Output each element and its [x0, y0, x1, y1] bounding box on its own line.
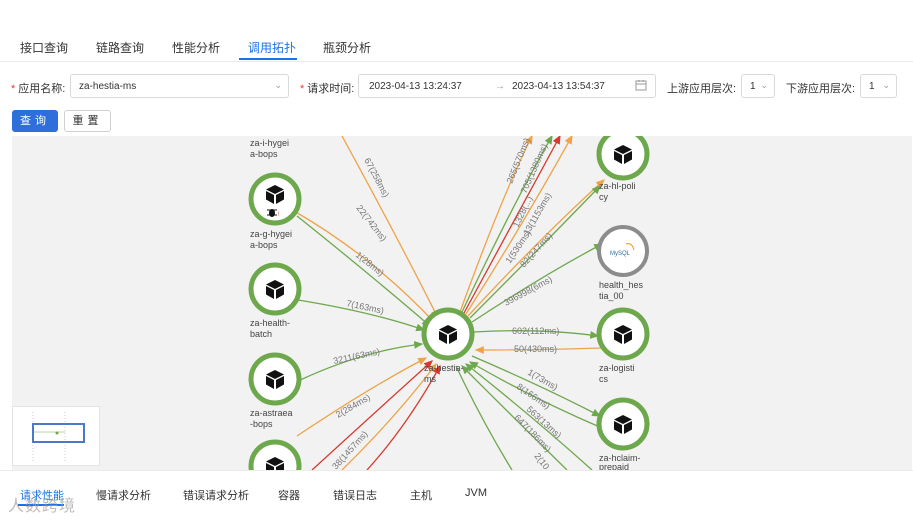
node-health-hestia-00-mysql[interactable]: MySQL health_hes tia_00: [597, 225, 649, 301]
node-label: a-bops: [250, 149, 278, 159]
edge-label: 1(28ms): [354, 250, 386, 278]
node-label: cs: [599, 374, 609, 384]
mysql-logo-icon: MySQL: [610, 251, 631, 257]
node-label: ms: [424, 374, 436, 384]
tab-error-log[interactable]: 错误日志: [333, 487, 377, 503]
tab-interface-query[interactable]: 接口查询: [20, 39, 68, 56]
node-label: tia_00: [599, 291, 624, 301]
tab-trace-query[interactable]: 链路查询: [96, 39, 144, 56]
service-node-ring: [248, 172, 302, 226]
node-label: za-g-hygei: [250, 229, 292, 239]
edge-label: 602(112ms): [512, 326, 559, 336]
range-arrow-icon: →: [495, 81, 505, 92]
app-name-label: * 应用名称:: [11, 83, 66, 95]
node-za-hclaim-prepaid[interactable]: za-hclaim- prepaid: [596, 397, 650, 470]
tab-performance-analysis[interactable]: 性能分析: [172, 39, 220, 56]
node-label: za-hl-poli: [599, 181, 636, 191]
node-za-hestia-ms-center[interactable]: za-hestia- ms: [421, 307, 475, 384]
downstream-level-label: 下游应用层次:: [786, 83, 856, 95]
tab-jvm[interactable]: JVM: [465, 487, 487, 499]
query-button[interactable]: 查询: [12, 110, 58, 132]
reset-button[interactable]: 重置: [64, 110, 111, 132]
edge-label: 50(430ms): [514, 344, 557, 354]
graph-edges: [293, 136, 605, 470]
node-za-i-hygiea-bops[interactable]: za-i-hygei a-bops: [250, 138, 289, 159]
node-bottom-left[interactable]: [248, 439, 302, 470]
node-label: cy: [599, 192, 609, 202]
node-label: za-i-hygei: [250, 138, 289, 148]
node-label: prepaid: [599, 462, 629, 470]
topology-svg: 67(258ms) 22(742ms) 1(28ms) 7(163ms) 321…: [248, 136, 650, 470]
tab-bottleneck-analysis[interactable]: 瓶颈分析: [323, 39, 371, 56]
top-tab-bar: 接口查询 链路查询 性能分析 调用拓扑 瓶颈分析: [0, 0, 913, 62]
node-label: za-astraea: [250, 408, 293, 418]
tab-call-topology[interactable]: 调用拓扑: [248, 39, 296, 56]
edge-label: 22(742ms): [354, 203, 388, 243]
calendar-icon: [635, 79, 647, 94]
node-label: batch: [250, 329, 272, 339]
watermark-text: 人数跨境: [8, 498, 77, 515]
topology-graph-canvas[interactable]: 67(258ms) 22(742ms) 1(28ms) 7(163ms) 321…: [12, 136, 912, 470]
date-range-picker[interactable]: 2023-04-13 13:24:37 → 2023-04-13 13:54:3…: [358, 74, 656, 98]
end-time-value: 2023-04-13 13:54:37: [512, 81, 605, 92]
upstream-level-label: 上游应用层次:: [667, 83, 737, 95]
edge-label: 3211(63ms): [332, 346, 380, 366]
start-time-value: 2023-04-13 13:24:37: [369, 81, 462, 92]
edge-label: 396998(6ms): [502, 274, 554, 308]
graph-edge-labels: 67(258ms) 22(742ms) 1(28ms) 7(163ms) 321…: [330, 136, 563, 470]
upstream-level-select[interactable]: 1 ⌄: [741, 74, 775, 98]
node-za-health-batch[interactable]: za-health- batch: [248, 262, 302, 339]
node-label: za-health-: [250, 318, 290, 328]
active-tab-indicator: [239, 58, 297, 60]
node-label: za-hestia-: [424, 363, 464, 373]
tab-host[interactable]: 主机: [410, 487, 432, 503]
chevron-down-icon: ⌄: [760, 80, 768, 90]
tab-slow-request-analysis[interactable]: 慢请求分析: [96, 487, 151, 503]
minimap-svg: [32, 412, 85, 462]
tab-error-request-analysis[interactable]: 错误请求分析: [183, 487, 249, 503]
chevron-down-icon: ⌄: [882, 80, 890, 90]
graph-minimap[interactable]: [12, 406, 100, 466]
node-za-astraea-bops[interactable]: za-astraea -bops: [248, 352, 302, 429]
service-node-ring: [596, 136, 650, 181]
tab-container[interactable]: 容器: [278, 487, 300, 503]
node-label: a-bops: [250, 240, 278, 250]
bottom-tab-bar: 请求性能 慢请求分析 错误请求分析 容器 错误日志 主机 JVM: [0, 470, 913, 520]
app-name-select[interactable]: za-hestia-ms ⌄: [70, 74, 289, 98]
upstream-level-value: 1: [750, 81, 756, 92]
node-za-logistics[interactable]: za-logisti cs: [596, 307, 650, 384]
downstream-level-select[interactable]: 1 ⌄: [860, 74, 897, 98]
node-za-hl-policy[interactable]: za-hl-poli cy: [596, 136, 650, 202]
edge-bottom-orange: [341, 362, 437, 470]
downstream-level-value: 1: [869, 81, 875, 92]
edge-bottom-mid: [455, 365, 513, 470]
request-time-label: * 请求时间:: [300, 83, 355, 95]
node-label: za-logisti: [599, 363, 635, 373]
node-za-g-hygiea-bops[interactable]: ! za-g-hygei a-bops: [248, 172, 302, 250]
edge-bottom-right-1: [464, 363, 593, 470]
node-label: health_hes: [599, 280, 644, 290]
edge-label: 2(10...: [532, 451, 556, 470]
app-name-value: za-hestia-ms: [79, 81, 137, 92]
chevron-down-icon: ⌄: [274, 80, 282, 90]
edge-label: 2(284ms): [334, 392, 372, 420]
edge-bottom-red: [311, 360, 433, 470]
edge-label: 67(258ms): [362, 156, 391, 199]
edge-i-hygiea-to-center: [341, 136, 439, 320]
node-label: -bops: [250, 419, 273, 429]
